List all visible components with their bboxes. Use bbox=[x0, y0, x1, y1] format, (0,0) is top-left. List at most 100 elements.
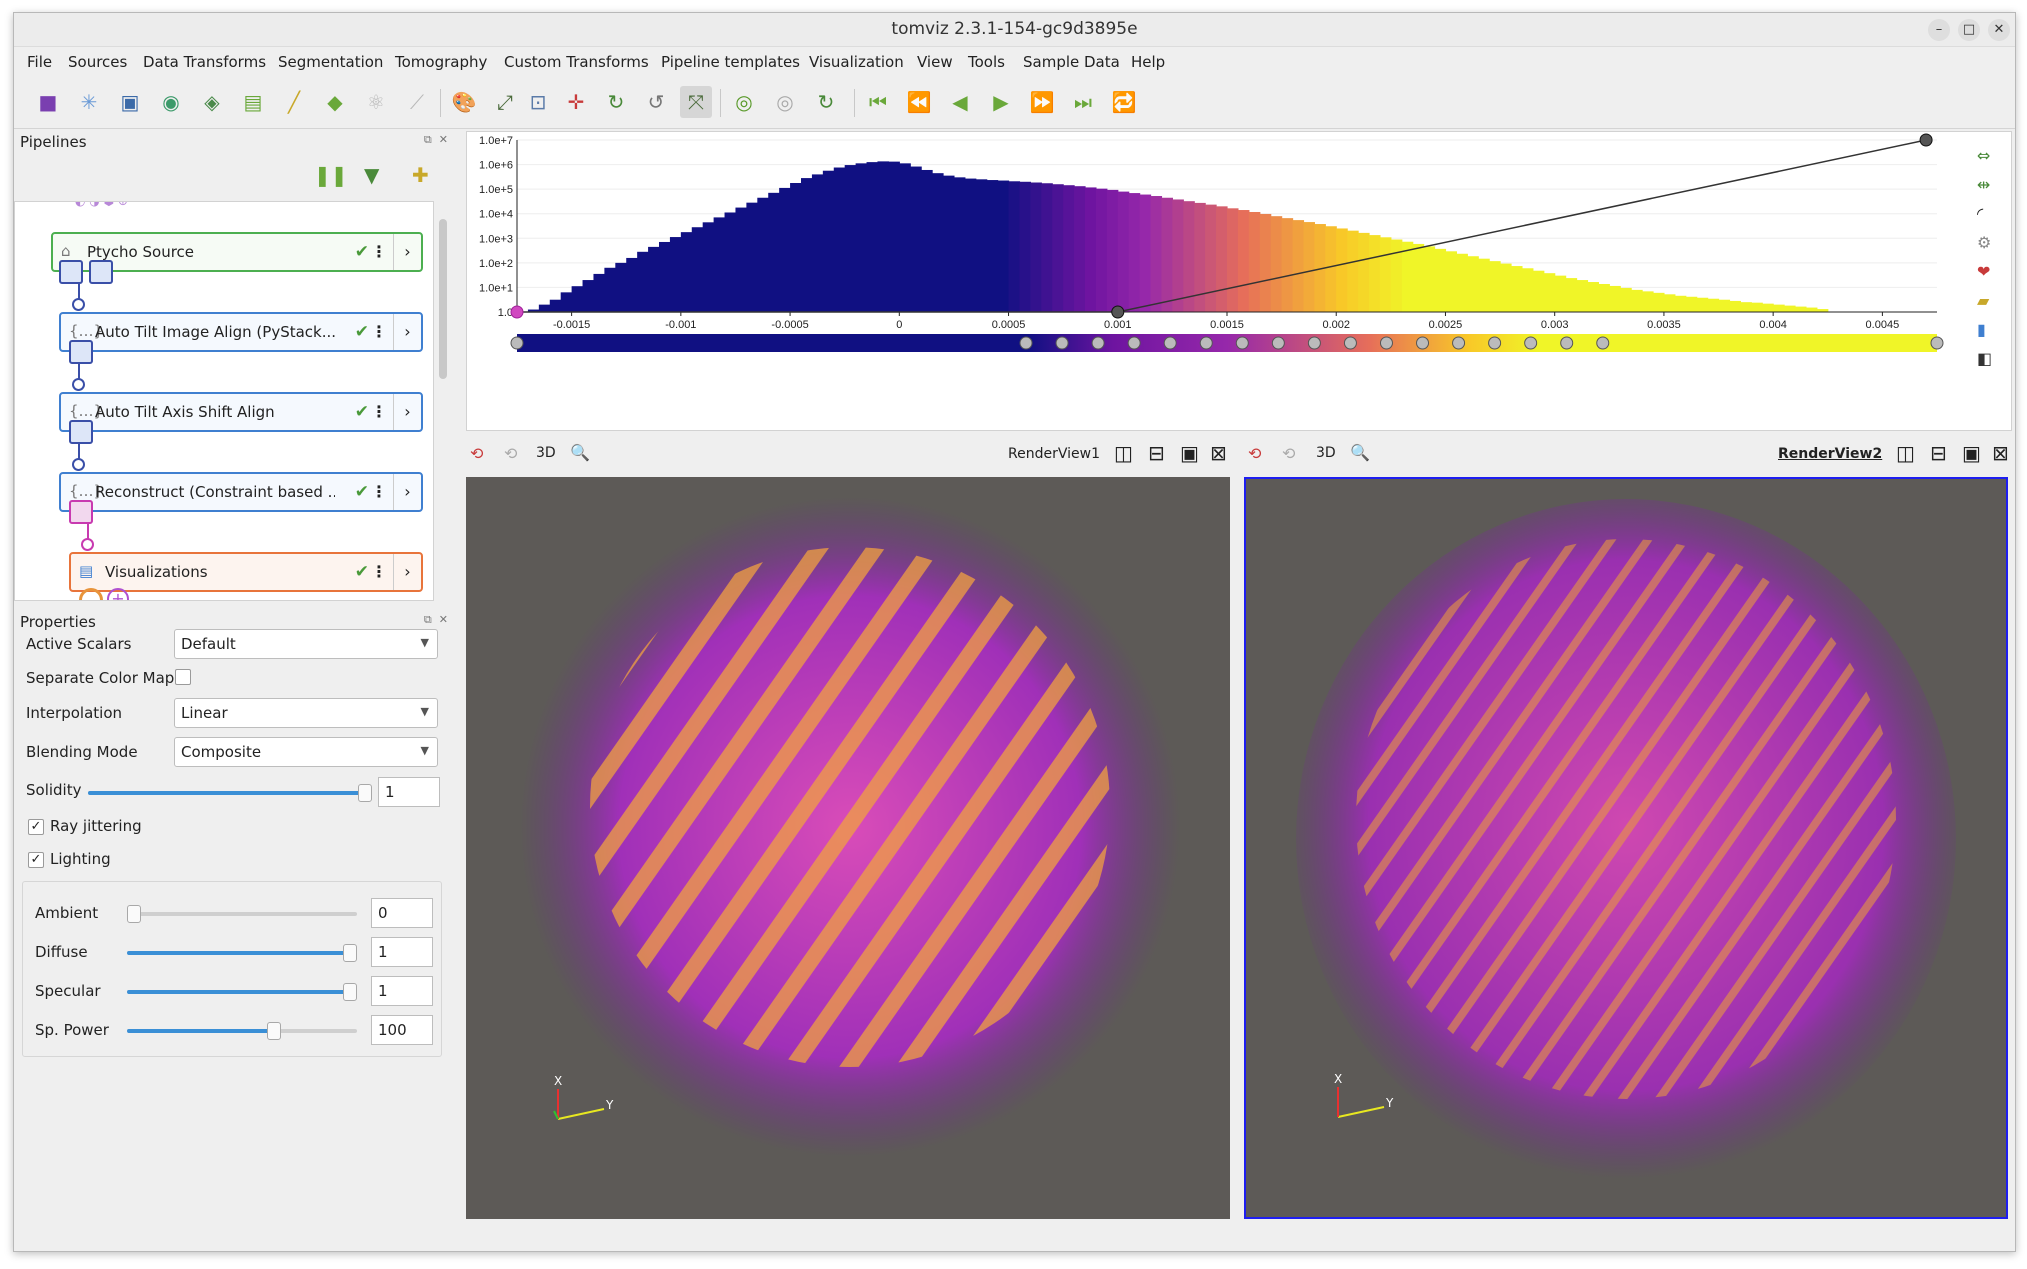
custom-range-icon[interactable]: ⇹ bbox=[1977, 175, 2003, 194]
capture-disabled-icon[interactable]: ⟲ bbox=[1282, 444, 1295, 463]
slider-handle[interactable] bbox=[127, 905, 141, 923]
node-auto-tilt-image-align[interactable]: {…} Auto Tilt Image Align (PyStack... ✔ … bbox=[59, 312, 423, 352]
dataset-icon[interactable] bbox=[89, 260, 113, 284]
close-icon[interactable]: ✕ bbox=[1988, 19, 2010, 41]
pipelines-scrollbar[interactable] bbox=[436, 201, 450, 601]
node-visualizations[interactable]: ▤ Visualizations ✔ ⋮ › bbox=[69, 552, 423, 592]
minimize-icon[interactable]: – bbox=[1928, 19, 1950, 41]
volume-icon[interactable]: ◈ bbox=[196, 86, 228, 118]
renderview1-canvas[interactable]: Y X bbox=[466, 477, 1230, 1219]
menu-tomography[interactable]: Tomography bbox=[395, 53, 487, 71]
ruler-icon[interactable]: ╱ bbox=[278, 86, 310, 118]
step-back-icon[interactable]: ◀ bbox=[944, 86, 976, 118]
outline-icon[interactable]: ■ bbox=[32, 86, 64, 118]
dataset-icon[interactable] bbox=[69, 500, 93, 524]
split-vertical-icon[interactable]: ⊟ bbox=[1148, 441, 1165, 465]
close-dock-icon[interactable]: ✕ bbox=[439, 133, 448, 146]
log-scale-icon[interactable]: ◜ bbox=[1977, 204, 2003, 223]
sp-power-input[interactable]: 100 bbox=[371, 1015, 433, 1045]
plot-icon[interactable]: ⟋ bbox=[401, 86, 433, 118]
active-scalars-combo[interactable]: Default ▼ bbox=[174, 629, 438, 659]
scrollbar-thumb[interactable] bbox=[439, 219, 447, 379]
slider-handle[interactable] bbox=[343, 983, 357, 1001]
split-horizontal-icon[interactable]: ◫ bbox=[1114, 441, 1133, 465]
palette-icon[interactable]: 🎨 bbox=[448, 86, 480, 118]
maximize-icon[interactable]: □ bbox=[1958, 19, 1980, 41]
specular-input[interactable]: 1 bbox=[371, 976, 433, 1006]
reset-camera-icon[interactable]: ⤢ bbox=[489, 86, 521, 118]
ambient-slider[interactable] bbox=[127, 905, 357, 923]
next-frame-icon[interactable]: ⏩ bbox=[1026, 86, 1058, 118]
more-icon[interactable]: ⋮ bbox=[371, 242, 387, 261]
menu-sample-data[interactable]: Sample Data bbox=[1023, 53, 1120, 71]
rotate-icon[interactable]: ↻ bbox=[810, 86, 842, 118]
zoom-to-box-icon[interactable]: ⊡ bbox=[522, 86, 554, 118]
dataset-icon[interactable] bbox=[69, 420, 93, 444]
node-reconstruct[interactable]: {…} Reconstruct (Constraint based ... ✔ … bbox=[59, 472, 423, 512]
menu-tools[interactable]: Tools bbox=[968, 53, 1005, 71]
menu-segmentation[interactable]: Segmentation bbox=[278, 53, 383, 71]
expand-icon[interactable]: › bbox=[393, 474, 421, 510]
lighting-checkbox[interactable]: ✓ bbox=[28, 852, 44, 868]
filter-icon[interactable]: ▼ bbox=[364, 163, 379, 187]
zoom-icon[interactable]: 🔍 bbox=[1350, 443, 1370, 462]
refresh-icon[interactable]: ◎ bbox=[728, 86, 760, 118]
more-icon[interactable]: ⋮ bbox=[371, 402, 387, 421]
sp-power-slider[interactable] bbox=[127, 1022, 357, 1040]
float-icon[interactable]: ⧉ bbox=[424, 613, 432, 626]
contour-icon[interactable]: ◉ bbox=[155, 86, 187, 118]
menu-help[interactable]: Help bbox=[1131, 53, 1165, 71]
menu-data-transforms[interactable]: Data Transforms bbox=[143, 53, 266, 71]
expand-icon[interactable]: › bbox=[393, 314, 421, 350]
maximize-view-icon[interactable]: ▣ bbox=[1962, 441, 1981, 465]
rotate-plus-90-icon[interactable]: ↻ bbox=[600, 86, 632, 118]
orthogonal-slice-icon[interactable]: ▣ bbox=[114, 86, 146, 118]
menu-file[interactable]: File bbox=[27, 53, 52, 71]
clip-icon[interactable]: ◆ bbox=[319, 86, 351, 118]
diffuse-slider[interactable] bbox=[127, 944, 357, 962]
reset-range-icon[interactable]: ⇔ bbox=[1977, 146, 2003, 165]
menu-pipeline-templates[interactable]: Pipeline templates bbox=[661, 53, 800, 71]
renderview2-canvas[interactable]: Y X bbox=[1244, 477, 2008, 1219]
save-preset-icon[interactable]: ❤ bbox=[1977, 262, 2003, 281]
interpolation-combo[interactable]: Linear ▼ bbox=[174, 698, 438, 728]
menu-sources[interactable]: Sources bbox=[68, 53, 127, 71]
slider-handle[interactable] bbox=[358, 784, 372, 802]
node-auto-tilt-axis-shift-align[interactable]: {…} Auto Tilt Axis Shift Align ✔ ⋮ › bbox=[59, 392, 423, 432]
pause-icon[interactable]: ❚❚ bbox=[314, 163, 348, 187]
previous-frame-icon[interactable]: ⏪ bbox=[903, 86, 935, 118]
open-preset-icon[interactable]: ▰ bbox=[1977, 291, 2003, 310]
add-pipeline-icon[interactable]: ✚ bbox=[412, 163, 429, 187]
close-dock-icon[interactable]: ✕ bbox=[439, 613, 448, 626]
dataset-icon[interactable] bbox=[59, 260, 83, 284]
maximize-view-icon[interactable]: ▣ bbox=[1180, 441, 1199, 465]
menu-custom-transforms[interactable]: Custom Transforms bbox=[504, 53, 649, 71]
capture-disabled-icon[interactable]: ⟲ bbox=[504, 444, 517, 463]
view-mode-3d-button[interactable]: 3D bbox=[1316, 445, 1336, 461]
specular-slider[interactable] bbox=[127, 983, 357, 1001]
separate-color-map-checkbox[interactable] bbox=[175, 669, 191, 685]
split-vertical-icon[interactable]: ⊟ bbox=[1930, 441, 1947, 465]
colorbar-icon[interactable]: ▮ bbox=[1977, 320, 2003, 339]
slider-handle[interactable] bbox=[343, 944, 357, 962]
diffuse-input[interactable]: 1 bbox=[371, 937, 433, 967]
close-view-icon[interactable]: ⊠ bbox=[1992, 441, 2009, 465]
solidity-input[interactable]: 1 bbox=[378, 777, 440, 807]
capture-icon[interactable]: ⟲ bbox=[1248, 444, 1261, 463]
float-icon[interactable]: ⧉ bbox=[424, 133, 432, 146]
view-mode-3d-button[interactable]: 3D bbox=[536, 445, 556, 461]
threshold-icon[interactable]: ▤ bbox=[237, 86, 269, 118]
dataset-icon[interactable] bbox=[69, 340, 93, 364]
menu-view[interactable]: View bbox=[917, 53, 953, 71]
rotate-minus-90-icon[interactable]: ↺ bbox=[640, 86, 672, 118]
solidity-slider[interactable] bbox=[88, 784, 372, 802]
molecule-icon[interactable]: ⚛ bbox=[360, 86, 392, 118]
more-icon[interactable]: ⋮ bbox=[371, 562, 387, 581]
more-icon[interactable]: ⋮ bbox=[371, 482, 387, 501]
gradient-opacity-icon[interactable]: ◧ bbox=[1977, 349, 2003, 368]
renderview1-title[interactable]: RenderView1 bbox=[1008, 446, 1100, 462]
split-horizontal-icon[interactable]: ◫ bbox=[1896, 441, 1915, 465]
more-icon[interactable]: ⋮ bbox=[371, 322, 387, 341]
capture-icon[interactable]: ⟲ bbox=[470, 444, 483, 463]
first-frame-icon[interactable]: ⏮ bbox=[862, 86, 894, 118]
